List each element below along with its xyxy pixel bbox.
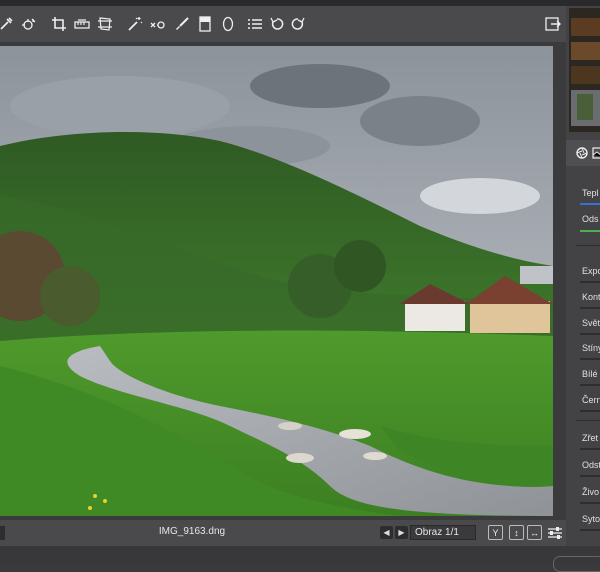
redo-icon[interactable] [289, 15, 307, 33]
image-canvas[interactable] [0, 42, 566, 520]
gradient-icon[interactable] [196, 15, 214, 33]
straighten-icon[interactable] [73, 15, 91, 33]
exposure-slider[interactable] [580, 281, 600, 283]
whites-label: Bílé [582, 369, 598, 379]
image-tab-icon[interactable] [592, 147, 600, 159]
clarity-slider[interactable] [580, 448, 600, 450]
filename-label: IMG_9163.dng [158, 526, 226, 537]
scroll-stub[interactable] [0, 526, 5, 540]
ellipse-icon[interactable] [219, 15, 237, 33]
dehaze-label: Odst [582, 460, 600, 470]
fit-horizontal-icon[interactable]: ↔ [527, 525, 542, 540]
exposure-label: Expo [582, 266, 600, 276]
shadows-label: Stíny [582, 343, 600, 353]
vibrance-label: Živo [582, 487, 600, 497]
target-picker-icon[interactable] [20, 15, 38, 33]
sliders-icon[interactable] [546, 524, 564, 542]
crop-icon[interactable] [50, 15, 68, 33]
fit-vertical-icon[interactable]: ↕ [509, 525, 524, 540]
list-icon[interactable] [246, 15, 264, 33]
toolbar [0, 6, 566, 42]
eyedropper-icon[interactable] [0, 15, 15, 33]
panel-divider [576, 420, 600, 421]
tint-slider[interactable] [580, 230, 600, 232]
whites-slider[interactable] [580, 384, 600, 386]
spot-heal-icon[interactable] [149, 15, 167, 33]
perspective-icon[interactable] [96, 15, 114, 33]
photo-preview [0, 46, 553, 516]
dehaze-slider[interactable] [580, 475, 600, 477]
prev-image-button[interactable]: ◀ [380, 526, 393, 539]
saturation-slider[interactable] [580, 529, 600, 531]
highlights-label: Svět [582, 318, 600, 328]
blacks-slider[interactable] [580, 410, 600, 412]
highlights-slider[interactable] [580, 333, 600, 335]
blacks-label: Čern [582, 395, 600, 405]
temperature-slider[interactable] [580, 203, 600, 205]
panel-divider [576, 245, 600, 246]
undo-icon[interactable] [268, 15, 286, 33]
footer [0, 546, 600, 563]
next-image-button[interactable]: ▶ [395, 526, 408, 539]
status-bar: IMG_9163.dng ◀ ▶ Obraz 1/1 Y ↕ ↔ [0, 520, 566, 546]
contrast-label: Kont [582, 292, 600, 302]
aperture-icon[interactable] [576, 147, 588, 159]
tint-label: Ods [582, 214, 599, 224]
magic-wand-icon[interactable] [126, 15, 144, 33]
temperature-label: Tepl [582, 188, 599, 198]
footer-control[interactable] [553, 556, 600, 572]
clarity-label: Zřet [582, 433, 599, 443]
saturation-label: Syto [582, 514, 600, 524]
shadows-slider[interactable] [580, 358, 600, 360]
brush-icon[interactable] [173, 15, 191, 33]
panel-tabs [566, 140, 600, 166]
vibrance-slider[interactable] [580, 502, 600, 504]
navigator-thumbnail[interactable] [569, 8, 600, 132]
contrast-slider[interactable] [580, 307, 600, 309]
y-button[interactable]: Y [488, 525, 503, 540]
export-icon[interactable] [544, 15, 562, 33]
page-field[interactable]: Obraz 1/1 [410, 525, 476, 540]
